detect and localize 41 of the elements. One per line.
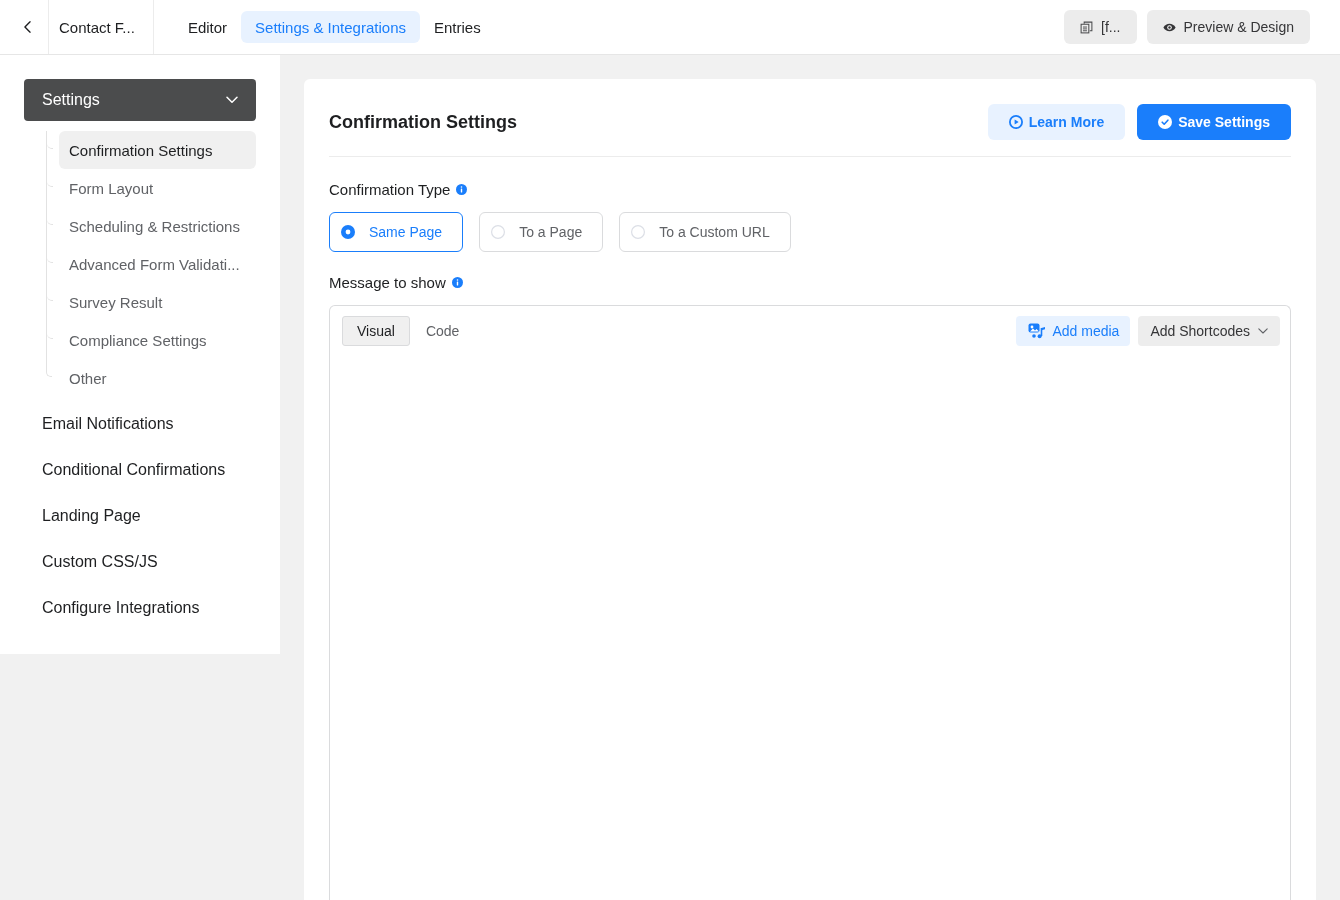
info-icon xyxy=(456,184,468,195)
radio-option[interactable]: To a Custom URL xyxy=(619,212,791,252)
nav-tab[interactable]: Settings & Integrations xyxy=(241,11,420,43)
radio-option[interactable]: Same Page xyxy=(329,212,464,252)
form-title: Contact F... xyxy=(59,18,135,36)
sidebar-subitem[interactable]: Confirmation Settings xyxy=(59,131,256,169)
editor-mode-tab[interactable]: Code xyxy=(410,316,475,346)
chevron-down-icon xyxy=(226,96,238,104)
message-editor[interactable]: Visual Code Add media Add Shortcodes xyxy=(329,305,1291,900)
nav-tab[interactable]: Entries xyxy=(420,11,495,43)
field-label: Confirmation Type xyxy=(329,181,451,198)
field-label: Message to show xyxy=(329,274,446,291)
copy-icon xyxy=(1080,20,1094,34)
info-icon xyxy=(451,277,463,288)
radio-option[interactable]: To a Page xyxy=(479,212,604,252)
editor-mode-tab[interactable]: Visual xyxy=(342,316,410,346)
sidebar-item[interactable]: Landing Page xyxy=(24,493,256,539)
save-button[interactable]: Save Settings xyxy=(1137,104,1291,140)
sidebar-subitem[interactable]: Form Layout xyxy=(59,169,256,207)
eye-icon xyxy=(1162,22,1176,32)
nav-tab[interactable]: Editor xyxy=(173,11,242,43)
sidebar-subitem[interactable]: Survey Result xyxy=(59,283,256,321)
add-shortcodes-dropdown[interactable]: Add Shortcodes xyxy=(1138,316,1280,346)
sidebar-item[interactable]: Custom CSS/JS xyxy=(24,539,256,585)
sidebar-subitem[interactable]: Compliance Settings xyxy=(59,321,256,359)
media-icon xyxy=(1028,323,1047,339)
sidebar-item[interactable]: Email Notifications xyxy=(24,401,256,447)
panel-title: Confirmation Settings xyxy=(329,111,517,133)
preview-design-button[interactable]: Preview & Design xyxy=(1146,10,1310,44)
sidebar-subitem[interactable]: Advanced Form Validati... xyxy=(59,245,256,283)
chevron-down-icon xyxy=(1258,328,1268,334)
chevron-left-icon xyxy=(23,21,31,33)
play-circle-icon xyxy=(1008,115,1023,129)
settings-group-toggle[interactable]: Settings xyxy=(24,79,256,121)
shortcode-button[interactable]: [f... xyxy=(1064,10,1137,44)
sidebar-item[interactable]: Conditional Confirmations xyxy=(24,447,256,493)
sidebar-subitem[interactable]: Other xyxy=(59,359,256,397)
sidebar-subitem[interactable]: Scheduling & Restrictions xyxy=(59,207,256,245)
sidebar-item[interactable]: Configure Integrations xyxy=(24,585,256,631)
add-media-button[interactable]: Add media xyxy=(1016,316,1131,346)
check-circle-icon xyxy=(1158,115,1173,129)
